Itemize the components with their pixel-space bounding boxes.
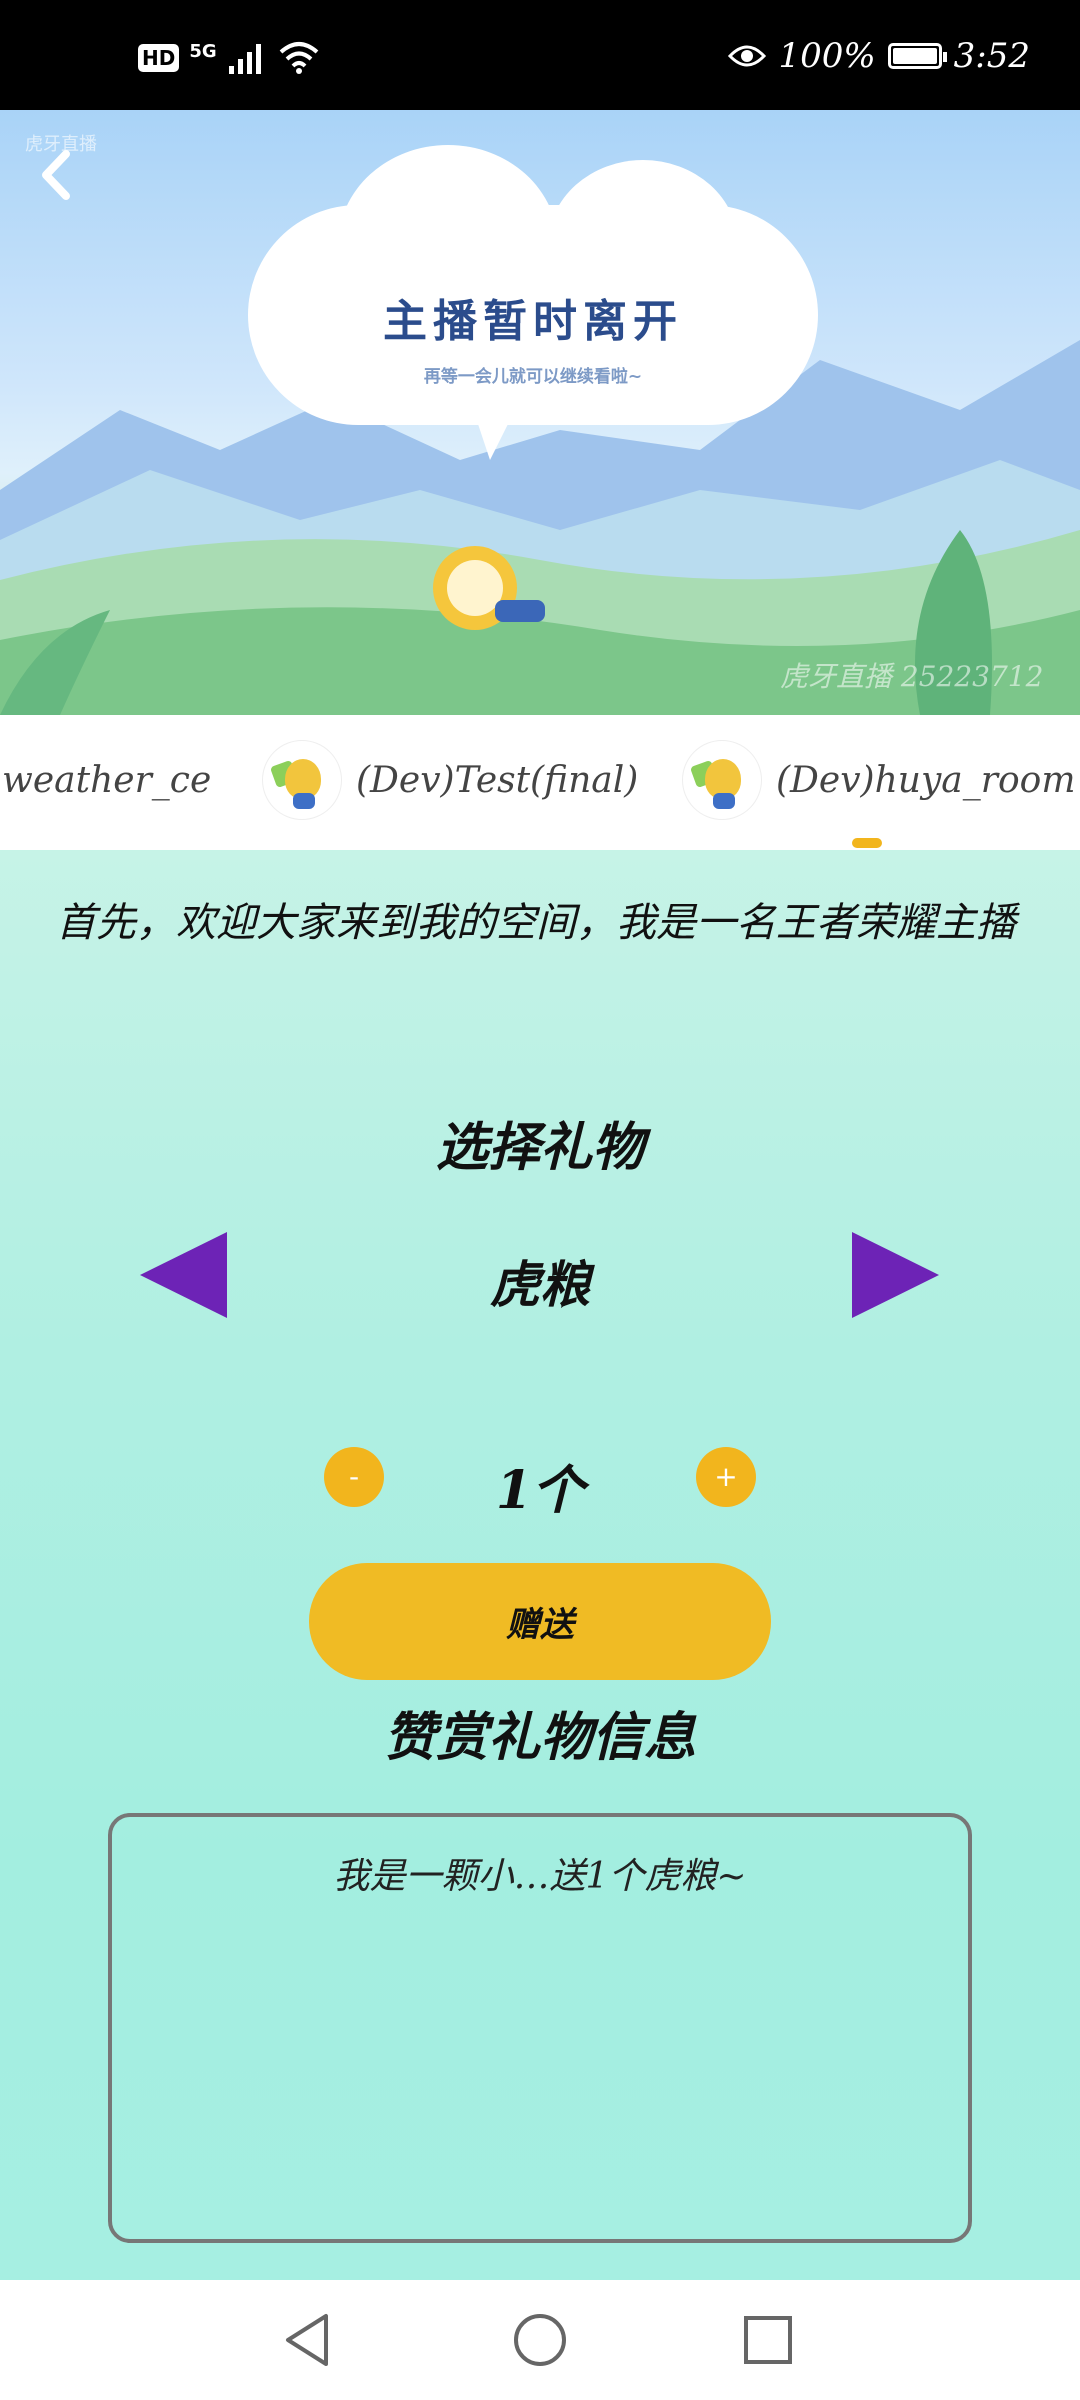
offline-banner: 主播暂时离开 再等一会儿就可以继续看啦~ 虎牙直播 虎牙直播 25223712 (0, 110, 1080, 715)
cloud-tail (470, 400, 520, 460)
send-gift-button[interactable]: 赠送 (309, 1563, 771, 1680)
wifi-icon (279, 42, 318, 74)
avatar-body (293, 793, 315, 809)
nav-home-icon[interactable] (510, 2310, 570, 2370)
avatar-body (713, 793, 735, 809)
channel-avatar (262, 740, 342, 820)
nav-back-icon[interactable] (278, 2310, 338, 2370)
back-arrow-icon[interactable] (22, 140, 92, 210)
channel-name: )weather_ce (0, 759, 212, 801)
signal-icon (228, 44, 261, 74)
nav-recents-icon[interactable] (738, 2310, 798, 2370)
active-channel-indicator (852, 838, 882, 848)
channel-strip[interactable]: )weather_ce (Dev)Test(final) (Dev)huya_r… (0, 715, 1080, 850)
channel-avatar (682, 740, 762, 820)
offline-title: 主播暂时离开 (383, 296, 683, 347)
network-type: 5G (189, 41, 217, 62)
gift-panel: 首先，欢迎大家来到我的空间，我是一名王者荣耀主播 选择礼物 虎粮 - 1个 + … (0, 850, 1080, 2280)
room-watermark: 虎牙直播 25223712 (780, 660, 1044, 693)
battery-icon (887, 43, 947, 69)
gift-info-title: 赞赏礼物信息 (383, 1707, 696, 1768)
channel-item[interactable]: (Dev)huya_room (682, 740, 1075, 820)
battery-fill (892, 48, 937, 64)
gift-quantity: 1个 (495, 1460, 585, 1521)
channel-name: (Dev)huya_room (776, 759, 1076, 801)
next-gift-arrow-icon[interactable] (852, 1232, 939, 1318)
streamer-intro: 首先，欢迎大家来到我的空间，我是一名王者荣耀主播 (56, 900, 1016, 946)
select-gift-title: 选择礼物 (435, 1117, 644, 1178)
status-bar: HD 5G 100% 3:52 (0, 0, 1080, 110)
eye-icon (728, 45, 767, 67)
send-gift-label: 赠送 (506, 1605, 574, 1645)
gift-info-box[interactable]: 我是一颗小…送1个虎粮~ (108, 1813, 972, 2243)
increase-quantity-button[interactable]: + (696, 1447, 756, 1507)
clock: 3:52 (953, 36, 1030, 76)
hd-icon: HD (138, 44, 180, 72)
offline-subtitle: 再等一会儿就可以继续看啦~ (423, 367, 643, 387)
system-nav-bar (0, 2280, 1080, 2400)
channel-item[interactable]: (Dev)Test(final) (262, 740, 638, 820)
channel-item[interactable]: )weather_ce (0, 740, 211, 820)
status-right: 100% 3:52 (728, 36, 1030, 76)
status-left: HD 5G (138, 38, 321, 78)
battery-percent: 100% (778, 36, 876, 76)
channel-name: (Dev)Test(final) (356, 759, 639, 801)
gift-info-line: 我是一颗小…送1个虎粮~ (333, 1856, 747, 1897)
